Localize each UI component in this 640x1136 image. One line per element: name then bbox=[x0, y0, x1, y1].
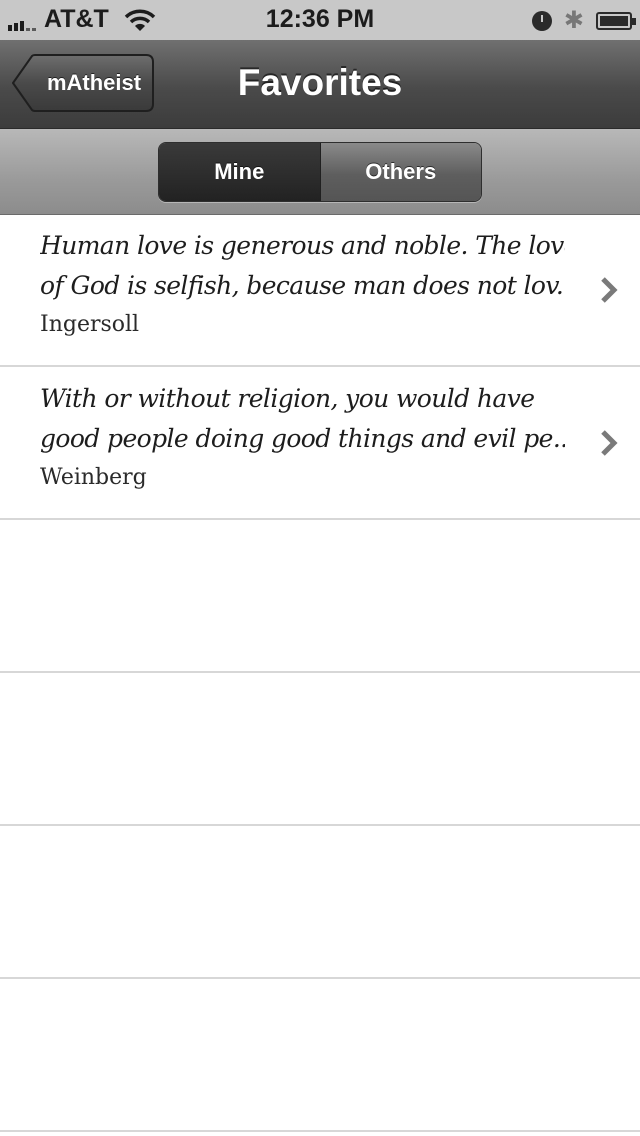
list-item[interactable]: With or without religion, you would have… bbox=[0, 367, 640, 520]
quote-text: With or without religion, you would have… bbox=[40, 379, 565, 459]
segmented-control: Mine Others bbox=[158, 142, 482, 202]
alarm-icon bbox=[531, 10, 552, 31]
favorites-list: Human love is generous and noble. The lo… bbox=[0, 214, 640, 1132]
empty-row bbox=[0, 826, 640, 979]
battery-charging-icon bbox=[596, 11, 636, 30]
quote-line: With or without religion, you would have bbox=[40, 384, 535, 413]
page-title: Favorites bbox=[237, 62, 403, 103]
chevron-right-icon bbox=[601, 430, 618, 456]
quote-author: Weinberg bbox=[40, 465, 147, 490]
segmented-toolbar: Mine Others bbox=[0, 129, 640, 215]
quote-author: Ingersoll bbox=[40, 312, 140, 337]
quote-text: Human love is generous and noble. The lo… bbox=[40, 226, 565, 306]
status-right: ✱ bbox=[531, 6, 636, 35]
empty-row bbox=[0, 520, 640, 673]
bluetooth-icon: ✱ bbox=[563, 7, 584, 34]
quote-line: good people doing good things and evil p… bbox=[40, 424, 565, 453]
quote-line: Human love is generous and noble. The lo… bbox=[40, 231, 565, 260]
list-item[interactable]: Human love is generous and noble. The lo… bbox=[0, 214, 640, 367]
segment-mine[interactable]: Mine bbox=[159, 143, 321, 201]
segment-others[interactable]: Others bbox=[320, 143, 481, 201]
quote-line: of God is selfish, because man does not … bbox=[40, 271, 565, 300]
empty-row bbox=[0, 673, 640, 826]
empty-row bbox=[0, 979, 640, 1132]
navigation-bar: mAtheist Favorites bbox=[0, 40, 640, 129]
status-bar: AT&T 12:36 PM ✱ bbox=[0, 0, 640, 40]
chevron-right-icon bbox=[601, 277, 618, 303]
